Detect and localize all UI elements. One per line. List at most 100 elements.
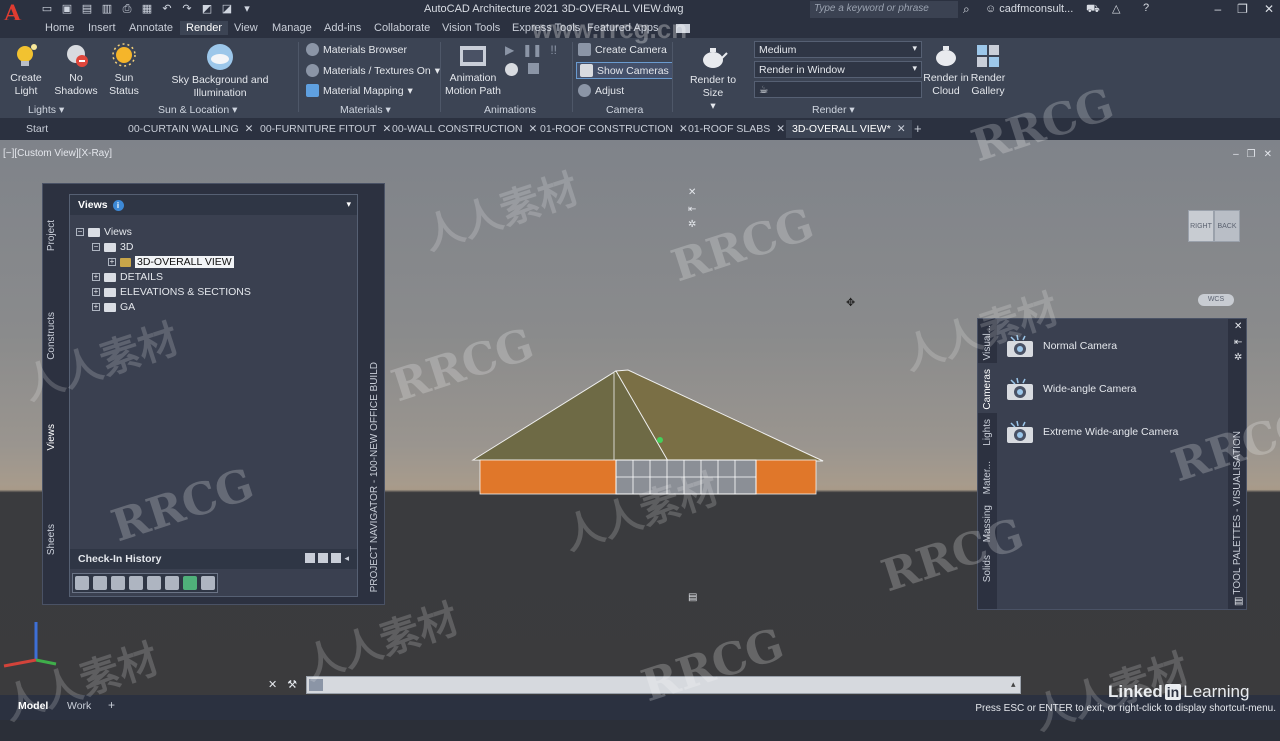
tab-render[interactable]: Render bbox=[180, 21, 229, 35]
close-tab-icon[interactable]: ✕ bbox=[529, 123, 538, 135]
panel-label-render[interactable]: Render ▾ bbox=[812, 104, 855, 116]
views-header[interactable]: Views i ▾ bbox=[70, 195, 357, 215]
chevron-down-icon[interactable]: ▾ bbox=[346, 199, 351, 210]
tab-vision-tools[interactable]: Vision Tools bbox=[442, 22, 500, 34]
tool-extreme-wide-angle-camera[interactable]: Extreme Wide-angle Camera bbox=[1005, 419, 1178, 445]
qat-dropdown-icon[interactable]: ▾ bbox=[240, 3, 254, 16]
tool-palettes-title[interactable]: TOOL PALETTES - VISUALISATION bbox=[1232, 431, 1243, 595]
side-tab-lights[interactable]: Lights bbox=[982, 419, 993, 446]
render-gallery-button[interactable]: Render Gallery bbox=[966, 42, 1010, 98]
panel-label-sun-location[interactable]: Sun & Location ▾ bbox=[158, 104, 237, 116]
auto-hide-icon[interactable]: ⇤ bbox=[1234, 337, 1242, 348]
tab-add-ins[interactable]: Add-ins bbox=[324, 22, 361, 34]
close-icon[interactable]: ✕ bbox=[688, 187, 696, 198]
stop-icon[interactable] bbox=[528, 63, 539, 74]
new-folder-icon[interactable] bbox=[75, 576, 89, 590]
render-to-size-button[interactable]: Render to Size ▾ bbox=[680, 42, 746, 113]
expand-icon[interactable]: + bbox=[92, 288, 100, 296]
check-in-history-header[interactable]: Check-In History ◂ bbox=[70, 549, 357, 569]
material-mapping-button[interactable]: Material Mapping ▾ bbox=[306, 84, 413, 97]
side-tab-views[interactable]: Views bbox=[46, 424, 57, 451]
palette-menu-icon[interactable]: ▤ bbox=[688, 592, 697, 603]
pause-icon[interactable]: ❚❚ bbox=[522, 43, 542, 57]
tab-model[interactable]: Model bbox=[18, 700, 48, 712]
tab-collaborate[interactable]: Collaborate bbox=[374, 22, 430, 34]
side-tab-constructs[interactable]: Constructs bbox=[46, 312, 57, 360]
tool-normal-camera[interactable]: Normal Camera bbox=[1005, 333, 1117, 359]
doc-tab[interactable]: 00-WALL CONSTRUCTION ✕ bbox=[392, 123, 537, 135]
chevron-up-icon[interactable]: ▴ bbox=[1011, 679, 1016, 690]
restore-icon[interactable]: ❐ bbox=[1247, 149, 1256, 160]
side-tab-cameras[interactable]: Cameras bbox=[982, 369, 993, 410]
tab-manage[interactable]: Manage bbox=[272, 22, 312, 34]
close-icon[interactable]: ✕ bbox=[1264, 2, 1274, 16]
doc-tab-start[interactable]: Start bbox=[26, 123, 48, 135]
cart-icon[interactable]: ⛟ bbox=[1086, 3, 1100, 17]
new-tab-icon[interactable]: + bbox=[914, 121, 922, 136]
render-in-cloud-button[interactable]: Render in Cloud bbox=[922, 42, 970, 98]
expand-icon[interactable]: + bbox=[92, 273, 100, 281]
doc-tab[interactable]: 01-ROOF SLABS ✕ bbox=[688, 123, 785, 135]
refresh-icon[interactable] bbox=[183, 576, 197, 590]
history-icon[interactable] bbox=[305, 553, 316, 563]
tab-annotate[interactable]: Annotate bbox=[129, 22, 173, 34]
close-icon[interactable]: ✕ bbox=[1234, 321, 1242, 332]
panel-label-camera[interactable]: Camera bbox=[606, 104, 643, 116]
grid-icon[interactable] bbox=[331, 553, 342, 563]
sync-icon[interactable] bbox=[201, 576, 215, 590]
sky-background-button[interactable]: Sky Background and Illumination bbox=[146, 42, 294, 100]
print-icon[interactable]: ⎙ bbox=[120, 3, 134, 16]
tab-insert[interactable]: Insert bbox=[88, 22, 116, 34]
animation-motion-path-button[interactable]: Animation Motion Path bbox=[444, 42, 502, 98]
wcs-menu[interactable]: WCS bbox=[1198, 294, 1234, 306]
minimize-icon[interactable]: – bbox=[1233, 149, 1239, 160]
tab-home[interactable]: Home bbox=[45, 22, 74, 34]
play-icon[interactable]: ▶ bbox=[505, 43, 514, 57]
materials-browser-button[interactable]: Materials Browser bbox=[306, 43, 407, 56]
user-account[interactable]: ☺ cadfmconsult... bbox=[985, 3, 1073, 15]
properties-icon[interactable]: ✲ bbox=[688, 219, 696, 230]
a360-icon[interactable]: △ bbox=[1112, 2, 1120, 15]
render-preset-field[interactable]: ☕ bbox=[754, 81, 922, 98]
close-tab-icon[interactable]: ✕ bbox=[897, 123, 906, 135]
expand-icon[interactable]: + bbox=[108, 258, 116, 266]
undo-icon[interactable]: ↶ bbox=[160, 3, 174, 16]
tree-item-views[interactable]: − Views bbox=[76, 225, 132, 239]
building-model[interactable] bbox=[468, 368, 828, 498]
new-view-icon[interactable] bbox=[93, 576, 107, 590]
viewcube[interactable]: RIGHT BACK bbox=[1188, 202, 1242, 250]
open-file-icon[interactable]: ▣ bbox=[60, 3, 74, 16]
doc-tab[interactable]: 01-ROOF CONSTRUCTION ✕ bbox=[540, 123, 688, 135]
viewcube-right-face[interactable]: RIGHT bbox=[1188, 210, 1214, 242]
doc-tab-active[interactable]: 3D-OVERALL VIEW* ✕ bbox=[786, 120, 912, 138]
tree-item-ga[interactable]: + GA bbox=[92, 300, 135, 314]
add-layout-icon[interactable]: + bbox=[108, 698, 115, 712]
doc-tab[interactable]: 00-CURTAIN WALLING ✕ bbox=[128, 123, 253, 135]
save-as-icon[interactable]: ▥ bbox=[100, 3, 114, 16]
create-light-button[interactable]: Create Light bbox=[6, 42, 46, 98]
tree-item-3d-overall-view[interactable]: + 3D-OVERALL VIEW bbox=[108, 255, 234, 269]
side-tab-visual[interactable]: Visual... bbox=[982, 325, 993, 360]
regenerate-icon[interactable] bbox=[165, 576, 179, 590]
properties-icon[interactable]: ✲ bbox=[1234, 352, 1242, 363]
viewport-controls-label[interactable]: [−][Custom View][X-Ray] bbox=[3, 148, 112, 159]
render-quality-select[interactable]: Medium ▾ bbox=[754, 41, 922, 58]
command-history-icon[interactable] bbox=[309, 679, 323, 691]
properties-icon[interactable] bbox=[129, 576, 143, 590]
plot-icon[interactable]: ▦ bbox=[140, 3, 154, 16]
close-tab-icon[interactable]: ✕ bbox=[776, 123, 785, 135]
panel-label-materials[interactable]: Materials ▾ bbox=[340, 104, 391, 116]
restore-icon[interactable]: ❐ bbox=[1237, 2, 1248, 16]
side-tab-materials[interactable]: Mater... bbox=[982, 461, 993, 494]
tool-wide-angle-camera[interactable]: Wide-angle Camera bbox=[1005, 376, 1136, 402]
walk-icon[interactable]: !! bbox=[550, 43, 557, 57]
collapse-icon[interactable]: − bbox=[76, 228, 84, 236]
collapse-icon[interactable]: − bbox=[92, 243, 100, 251]
tree-item-elevations-sections[interactable]: + ELEVATIONS & SECTIONS bbox=[92, 285, 251, 299]
checkin-icon[interactable] bbox=[318, 553, 329, 563]
render-target-select[interactable]: Render in Window ▾ bbox=[754, 61, 922, 78]
save-icon[interactable]: ▤ bbox=[80, 3, 94, 16]
panel-label-lights[interactable]: Lights ▾ bbox=[28, 104, 64, 116]
tree-item-details[interactable]: + DETAILS bbox=[92, 270, 163, 284]
close-tab-icon[interactable]: ✕ bbox=[679, 123, 688, 135]
